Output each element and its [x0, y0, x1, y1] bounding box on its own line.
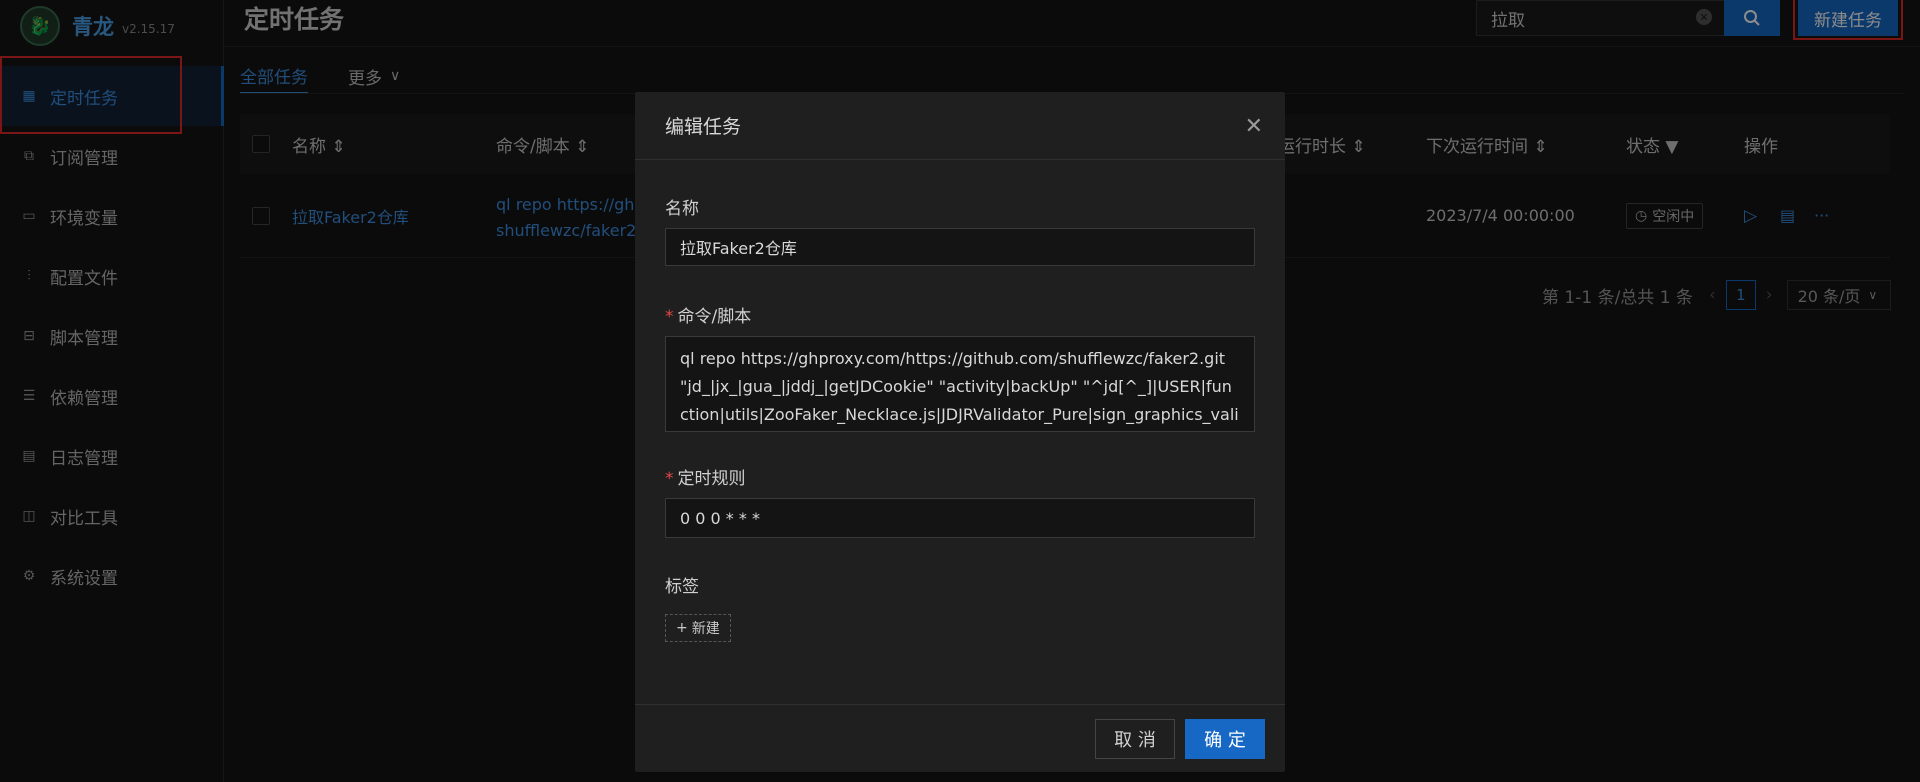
- name-label: 名称: [665, 199, 699, 219]
- add-tag-button[interactable]: + 新建: [665, 614, 731, 642]
- close-icon[interactable]: ✕: [1245, 114, 1263, 139]
- add-tag-label: 新建: [691, 621, 720, 637]
- required-mark: *: [665, 469, 674, 489]
- name-field[interactable]: 拉取Faker2仓库: [665, 228, 1255, 266]
- modal-header: 编辑任务 ✕: [635, 92, 1285, 160]
- schedule-field[interactable]: 0 0 0 * * *: [665, 498, 1255, 538]
- command-label-text: 命令/脚本: [677, 307, 752, 327]
- schedule-label-text: 定时规则: [677, 469, 746, 489]
- modal-footer: 取 消 确 定: [635, 704, 1285, 772]
- command-label: * 命令/脚本: [665, 302, 751, 327]
- confirm-button[interactable]: 确 定: [1185, 719, 1265, 759]
- modal-title: 编辑任务: [665, 116, 742, 138]
- edit-task-modal: 编辑任务 ✕ 名称 拉取Faker2仓库 * 命令/脚本 ql repo http…: [635, 92, 1285, 772]
- plus-icon: +: [676, 620, 688, 636]
- schedule-label: * 定时规则: [665, 464, 746, 489]
- required-mark: *: [665, 307, 674, 327]
- tags-label: 标签: [665, 577, 699, 597]
- cancel-button[interactable]: 取 消: [1095, 719, 1175, 759]
- command-field[interactable]: ql repo https://ghproxy.com/https://gith…: [665, 336, 1255, 432]
